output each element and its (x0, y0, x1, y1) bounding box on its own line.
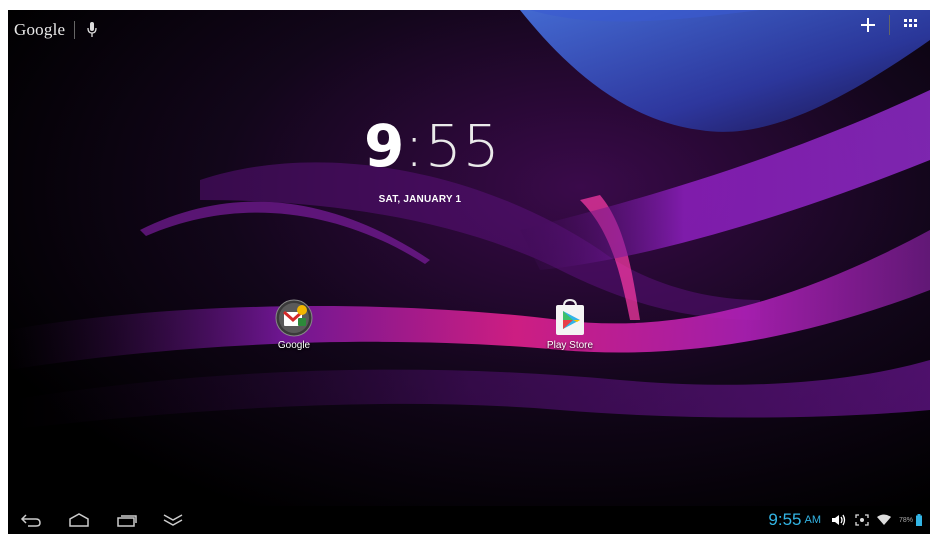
clock-separator: : (404, 112, 425, 180)
hide-keyboard-icon[interactable] (158, 510, 188, 530)
clock-widget[interactable]: 9:55 (364, 110, 514, 182)
clock-date: SAT, JANUARY 1 (378, 194, 462, 205)
status-ampm: AM (804, 514, 821, 526)
screen-bezel-right (930, 0, 936, 534)
back-icon[interactable] (16, 510, 46, 530)
desktop-icon-google[interactable]: Google (254, 298, 334, 351)
screen-bezel-top (0, 0, 936, 10)
desktop-icon-label: Play Store (546, 340, 594, 351)
play-store-icon (550, 298, 590, 338)
mic-icon[interactable] (85, 21, 99, 39)
recent-apps-icon[interactable] (112, 510, 142, 530)
screen-bezel-left (0, 0, 8, 534)
volume-icon[interactable] (831, 514, 847, 526)
wallpaper (0, 0, 936, 534)
home-icon[interactable] (64, 510, 94, 530)
google-search-logo[interactable]: Google (14, 20, 65, 40)
status-area[interactable]: 9:55 AM 78% (768, 506, 922, 534)
google-folder-icon (274, 298, 314, 338)
desktop-icon-play-store[interactable]: Play Store (530, 298, 610, 351)
status-time: 9:55 (768, 510, 802, 529)
wifi-icon (876, 514, 891, 526)
clock-minute: 55 (424, 112, 501, 180)
home-screen: Google 9:55 SAT, JANUARY 1 Google Play S… (0, 0, 936, 534)
search-divider (74, 21, 76, 39)
battery-icon (916, 514, 922, 526)
navigation-bar: 9:55 AM 78% (0, 506, 936, 534)
top-divider (889, 15, 890, 35)
screenshot-icon[interactable] (855, 514, 869, 526)
clock-hour: 9 (364, 112, 405, 180)
desktop-icon-label: Google (277, 340, 311, 351)
google-search-bar[interactable]: Google (14, 16, 99, 44)
apps-grid-icon[interactable] (900, 14, 922, 36)
top-actions (857, 14, 922, 36)
add-icon[interactable] (857, 14, 879, 36)
battery-percent: 78% (898, 516, 913, 524)
